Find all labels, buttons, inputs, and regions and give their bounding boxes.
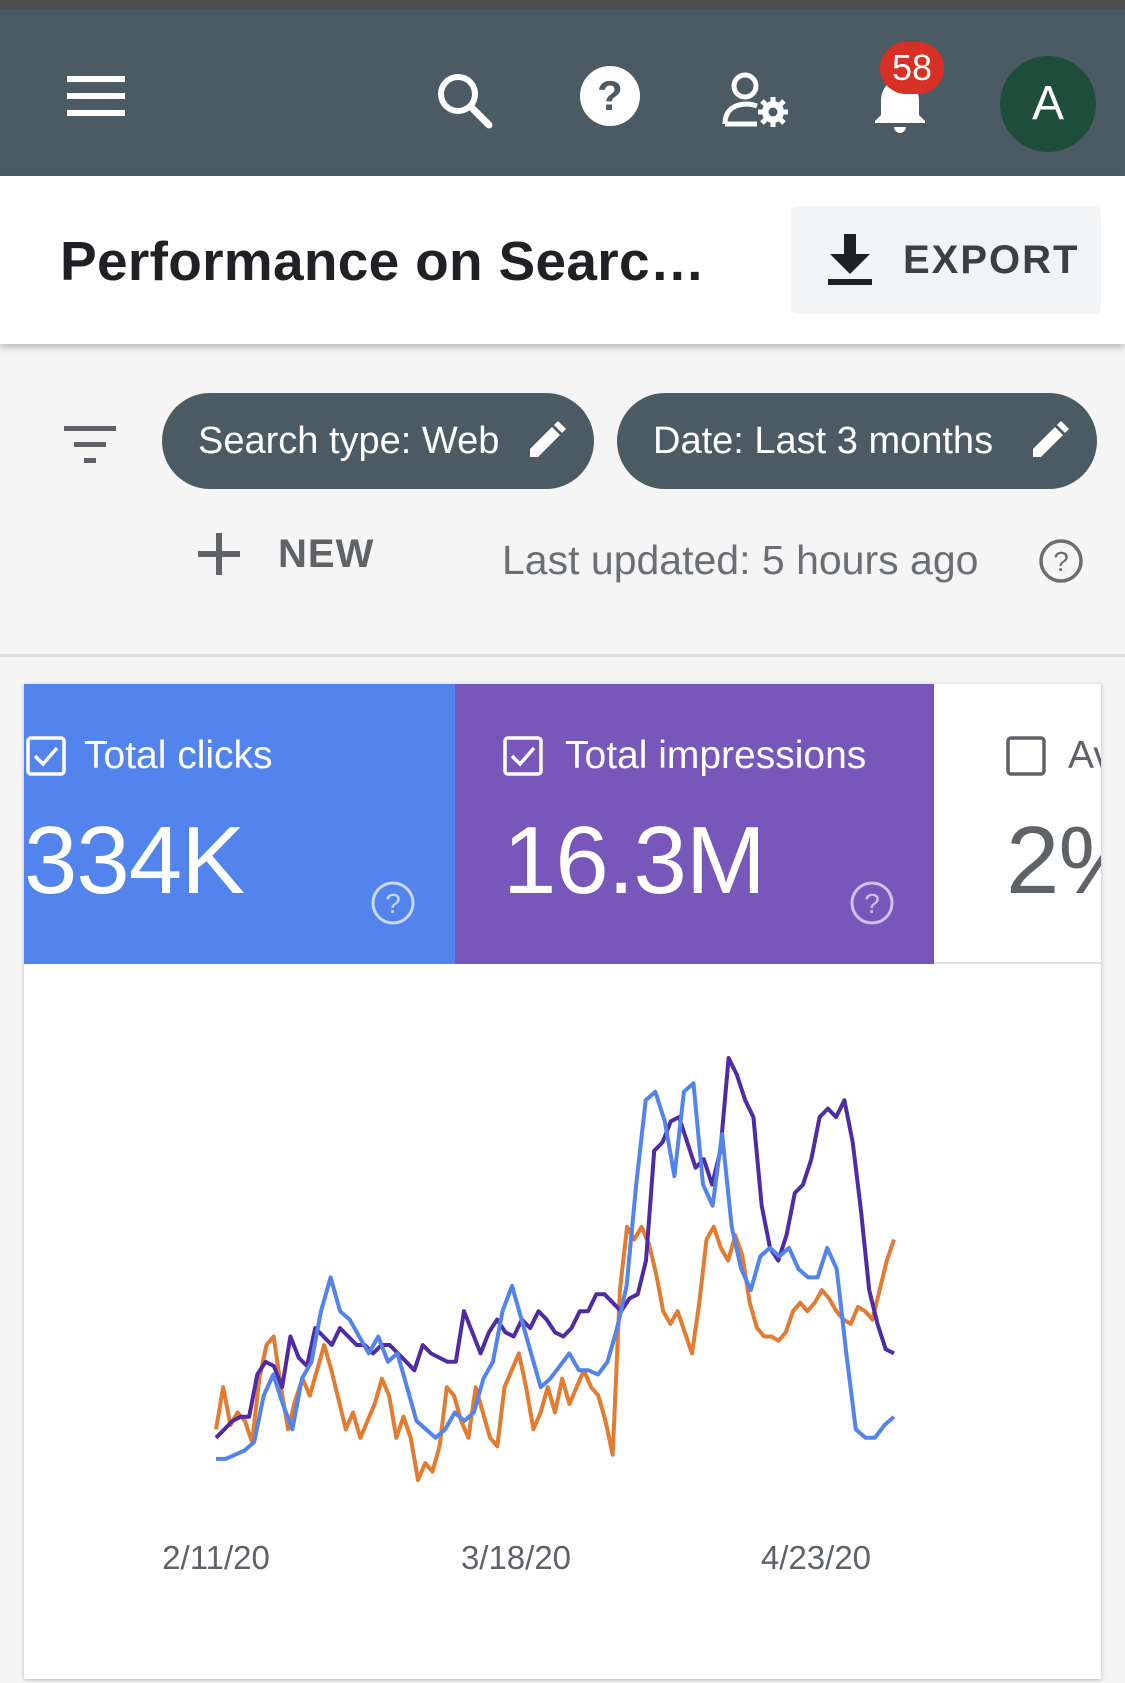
help-outline-icon[interactable]: ? xyxy=(370,880,416,926)
total-impressions-metric[interactable]: Total impressions 16.3M ? xyxy=(455,684,934,964)
total-clicks-metric[interactable]: Total clicks 334K ? xyxy=(24,684,455,964)
menu-button[interactable] xyxy=(60,60,132,132)
metric-label: Ave xyxy=(1068,734,1101,777)
series-line-2 xyxy=(216,1081,896,1461)
svg-text:?: ? xyxy=(1053,546,1069,577)
export-label: EXPORT xyxy=(903,237,1080,282)
section-divider xyxy=(0,654,1125,657)
series-line-1 xyxy=(214,1056,895,1440)
x-tick-label: 2/11/20 xyxy=(162,1539,270,1576)
performance-card: Total clicks 334K ? Total impressions 16… xyxy=(24,684,1101,1679)
plus-icon xyxy=(198,533,240,575)
date-range-chip[interactable]: Date: Last 3 months xyxy=(617,393,1097,489)
date-range-chip-label: Date: Last 3 months xyxy=(653,419,994,462)
svg-text:?: ? xyxy=(385,888,401,919)
user-settings-button[interactable] xyxy=(716,64,796,136)
notification-count-badge: 58 xyxy=(880,42,944,94)
svg-text:?: ? xyxy=(597,72,623,119)
performance-chart: 2/11/20 3/18/20 4/23/20 xyxy=(24,964,1101,1679)
performance-line-chart: 2/11/20 3/18/20 4/23/20 xyxy=(162,1056,896,1576)
edit-icon xyxy=(1033,421,1069,457)
page-header: Performance on Searc… EXPORT xyxy=(0,176,1125,344)
export-button[interactable]: EXPORT xyxy=(791,206,1101,314)
metric-value: 2% xyxy=(1006,807,1101,914)
help-button[interactable]: ? xyxy=(574,60,646,132)
checkbox-checked-icon[interactable] xyxy=(26,736,66,776)
metric-value: 16.3M xyxy=(503,807,766,914)
new-filter-button[interactable]: NEW xyxy=(196,524,374,584)
metric-label: Total clicks xyxy=(84,734,273,777)
metric-value: 334K xyxy=(24,807,245,914)
checkbox-checked-icon[interactable] xyxy=(503,736,543,776)
app-bar: ? 58 A xyxy=(0,10,1125,176)
filter-bar: Search type: Web Date: Last 3 months NEW… xyxy=(0,344,1125,659)
page-title: Performance on Searc… xyxy=(60,230,706,292)
help-outline-icon[interactable]: ? xyxy=(849,880,895,926)
edit-icon xyxy=(530,421,566,457)
metric-label: Total impressions xyxy=(565,734,867,777)
help-outline-icon[interactable]: ? xyxy=(1038,538,1084,584)
filter-icon[interactable] xyxy=(58,416,122,472)
last-updated-text: Last updated: 5 hours ago xyxy=(502,537,979,583)
search-type-chip-label: Search type: Web xyxy=(198,419,500,462)
search-icon xyxy=(438,74,493,129)
status-strip xyxy=(0,0,1125,10)
x-tick-label: 4/23/20 xyxy=(761,1539,871,1576)
account-avatar[interactable]: A xyxy=(1000,56,1096,152)
help-icon: ? xyxy=(580,66,640,126)
search-type-chip[interactable]: Search type: Web xyxy=(162,393,594,489)
user-settings-icon xyxy=(722,72,788,127)
hamburger-menu-icon xyxy=(67,76,125,116)
svg-text:?: ? xyxy=(864,888,880,919)
x-tick-label: 3/18/20 xyxy=(461,1539,571,1576)
average-ctr-metric[interactable]: Ave 2% xyxy=(934,684,1101,964)
search-button[interactable] xyxy=(428,64,500,136)
series-line-0 xyxy=(214,1224,896,1482)
download-icon xyxy=(828,234,872,285)
new-filter-label: NEW xyxy=(278,531,375,576)
checkbox-unchecked-icon[interactable] xyxy=(1006,736,1046,776)
